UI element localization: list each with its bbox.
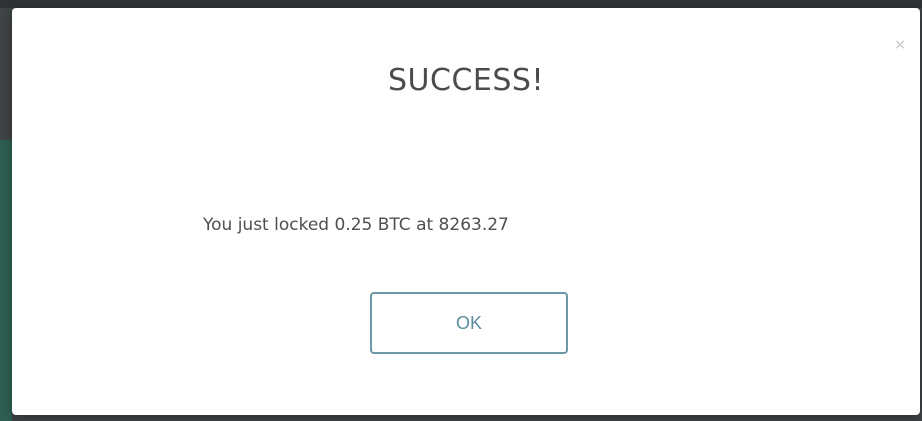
backdrop-header-strip <box>0 0 922 8</box>
success-modal: × SUCCESS! You just locked 0.25 BTC at 8… <box>12 8 920 415</box>
backdrop-side-strip <box>0 140 12 421</box>
ok-button[interactable]: OK <box>370 292 568 354</box>
modal-title: SUCCESS! <box>388 63 544 98</box>
close-icon[interactable]: × <box>894 38 906 52</box>
modal-message: You just locked 0.25 BTC at 8263.27 <box>203 215 509 235</box>
